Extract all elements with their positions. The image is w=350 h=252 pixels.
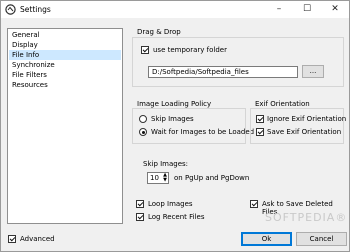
sidebar-item-display[interactable]: Display [9, 40, 121, 50]
settings-window: Settings – ☐ ✕ General Display File Info… [0, 0, 350, 252]
exif-heading: Exif Orientation [255, 100, 310, 108]
settings-category-list[interactable]: General Display File Info Synchronize Fi… [7, 28, 123, 224]
log-recent-files-checkbox[interactable] [136, 213, 144, 221]
skip-images-radio-label: Skip Images [151, 115, 194, 123]
advanced-checkbox[interactable] [8, 235, 16, 243]
sidebar-item-file-filters[interactable]: File Filters [9, 70, 121, 80]
ask-save-deleted-checkbox[interactable] [250, 200, 258, 208]
sidebar-item-synchronize[interactable]: Synchronize [9, 60, 121, 70]
save-exif-label: Save Exif Orientation [267, 128, 342, 136]
cancel-button[interactable]: Cancel [296, 232, 347, 246]
close-button[interactable]: ✕ [321, 1, 349, 18]
advanced-label: Advanced [20, 235, 55, 243]
skip-images-spinner[interactable]: 10 ▲ ▼ [147, 172, 169, 184]
log-recent-files-label: Log Recent Files [148, 213, 205, 221]
minimize-button[interactable]: – [265, 1, 293, 18]
ignore-exif-label: Ignore Exif Orientation [267, 115, 347, 123]
maximize-button[interactable]: ☐ [293, 1, 321, 18]
drag-drop-heading: Drag & Drop [137, 28, 181, 36]
loading-policy-group [132, 108, 246, 144]
temp-folder-path-input[interactable]: D:/Softpedia/Softpedia_files [148, 66, 298, 78]
wait-images-radio-label: Wait for Images to be Loaded [151, 128, 255, 136]
watermark: SOFTPEDIA® [265, 211, 348, 224]
sidebar-item-file-info[interactable]: File Info [9, 50, 121, 60]
save-exif-checkbox[interactable] [256, 128, 264, 136]
skip-images-value: 10 [150, 174, 159, 182]
loop-images-checkbox[interactable] [136, 200, 144, 208]
spin-arrows-icon[interactable]: ▲ ▼ [163, 173, 167, 183]
sidebar-item-resources[interactable]: Resources [9, 80, 121, 90]
use-temp-folder-checkbox[interactable] [141, 46, 149, 54]
ignore-exif-checkbox[interactable] [256, 115, 264, 123]
ok-button[interactable]: Ok [241, 232, 292, 246]
loop-images-label: Loop Images [148, 200, 193, 208]
exif-group [250, 108, 344, 144]
title-bar: Settings – ☐ ✕ [1, 1, 349, 18]
browse-button[interactable]: ... [302, 65, 324, 78]
wait-images-radio[interactable] [139, 128, 147, 136]
skip-images-radio[interactable] [139, 115, 147, 123]
sidebar-item-general[interactable]: General [9, 30, 121, 40]
drag-drop-group [132, 37, 344, 87]
loading-policy-heading: Image Loading Policy [137, 100, 212, 108]
app-icon [5, 4, 16, 15]
skip-images-suffix: on PgUp and PgDown [174, 174, 250, 182]
use-temp-folder-label: use temporary folder [153, 46, 227, 54]
skip-images-label: Skip Images: [143, 160, 189, 168]
window-title: Settings [20, 5, 51, 14]
